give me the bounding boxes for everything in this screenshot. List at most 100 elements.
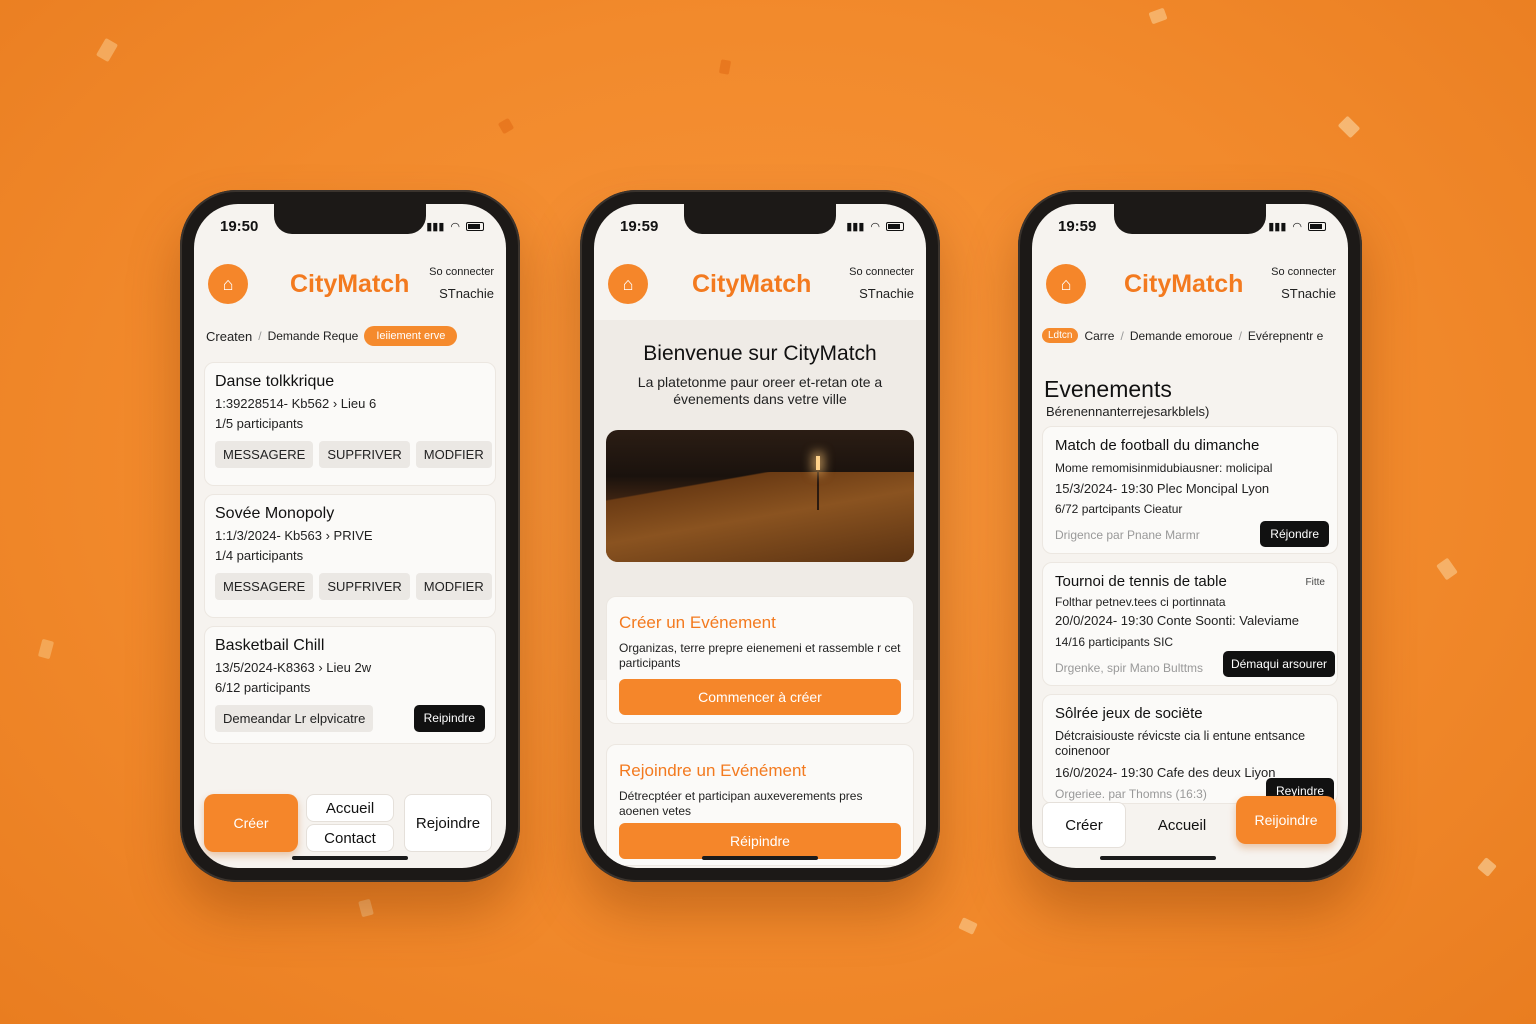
event-participants: 14/16 participants SIC: [1055, 635, 1174, 649]
event-description: Mome remomisinmidubiausner: molicipal: [1055, 461, 1273, 475]
system-icons: ▮▮▮ ◠: [1268, 220, 1326, 233]
city-badge-icon[interactable]: ⌂: [1046, 264, 1086, 304]
create-event-card: Créer un Evénement Organizas, terre prep…: [606, 596, 914, 724]
user-name[interactable]: STnachie: [439, 286, 494, 301]
breadcrumb-item[interactable]: Carre: [1084, 329, 1114, 343]
breadcrumb-item[interactable]: Demande Reque: [268, 329, 359, 343]
breadcrumb-item[interactable]: Evérepnentr e: [1248, 329, 1323, 343]
confetti: [1436, 557, 1458, 581]
login-link[interactable]: So connecter: [1271, 266, 1336, 278]
confetti: [718, 59, 732, 75]
nav-home-button[interactable]: Accueil: [306, 794, 394, 822]
breadcrumb-item[interactable]: Createn: [206, 329, 252, 344]
delete-button[interactable]: SUPFRIVER: [319, 573, 410, 600]
nav-join-button[interactable]: Reijoindre: [1236, 796, 1336, 844]
breadcrumb-tag[interactable]: Ldtcn: [1042, 328, 1079, 343]
app-header: ⌂ CityMatch So connecter STnachie: [1032, 254, 1348, 320]
event-meta: 13/5/2024-K8363 › Lieu 2w: [215, 660, 372, 675]
event-meta: 1:1/3/2024- Kb563 › PRIVE: [215, 528, 373, 543]
join-event-button[interactable]: Réipindre: [619, 823, 901, 859]
join-button[interactable]: Reipindre: [413, 705, 485, 732]
wifi-icon: ◠: [870, 221, 880, 233]
app-title: CityMatch: [692, 270, 812, 298]
user-name[interactable]: STnachie: [1281, 286, 1336, 301]
breadcrumb-active-pill[interactable]: Ieiiement erve: [364, 326, 458, 346]
phone-mockup-1: 19:50 ▮▮▮ ◠ ⌂ CityMatch So connecter STn…: [180, 190, 520, 882]
event-participants: 1/4 participants: [215, 548, 304, 563]
event-card: Tournoi de tennis de table Fitte Folthar…: [1042, 562, 1338, 686]
home-indicator: [292, 856, 408, 860]
confetti: [1148, 7, 1168, 25]
request-status-label: Demeandar Lr elpvicatre: [215, 705, 374, 732]
join-event-description: Détrecptéer et participan auxeverements …: [619, 789, 863, 818]
system-icons: ▮▮▮ ◠: [846, 220, 904, 233]
screen-events-list: 19:59 ▮▮▮ ◠ ⌂ CityMatch So connecter STn…: [1032, 204, 1348, 868]
city-badge-icon[interactable]: ⌂: [608, 264, 648, 304]
event-datetime: 16/0/2024- 19:30 Cafe des deux Liyon: [1055, 765, 1276, 780]
delete-button[interactable]: SUPFRIVER: [319, 441, 410, 468]
breadcrumb: Createn / Demande Reque Ieiiement erve: [206, 326, 498, 346]
start-create-button[interactable]: Commencer à créer: [619, 679, 901, 715]
event-title: Danse tolkkrique: [215, 373, 335, 390]
nav-create-button[interactable]: Créer: [204, 794, 298, 852]
event-description: Folthar petnev.tees ci portinnata: [1055, 595, 1226, 609]
city-badge-icon[interactable]: ⌂: [208, 264, 248, 304]
wifi-icon: ◠: [1292, 221, 1302, 233]
breadcrumb-separator: /: [1238, 328, 1242, 343]
join-event-card: Rejoindre un Evénément Détrecptéer et pa…: [606, 744, 914, 866]
request-join-button[interactable]: Démaqui arsourer: [1222, 651, 1335, 677]
nav-home-button[interactable]: Accueil: [1134, 802, 1230, 848]
confetti: [358, 898, 374, 918]
event-datetime: 15/3/2024- 19:30 Plec Moncipal Lyon: [1055, 481, 1270, 496]
bottom-nav: Créer Accueil Reijoindre: [1040, 796, 1340, 854]
confetti: [95, 37, 119, 63]
event-organizer: Drgenke, spir Mano Bulttms: [1055, 661, 1204, 675]
login-link[interactable]: So connecter: [429, 266, 494, 278]
page-subtitle: Bérenennanterrejesarkblels): [1046, 404, 1210, 419]
event-description: Détcraisiouste révicste cia li entune en…: [1055, 729, 1306, 758]
edit-button[interactable]: MODFIER: [415, 573, 492, 600]
edit-button[interactable]: MODFIER: [415, 441, 492, 468]
screen-my-events: 19:50 ▮▮▮ ◠ ⌂ CityMatch So connecter STn…: [194, 204, 506, 868]
confetti: [1477, 857, 1497, 877]
system-icons: ▮▮▮ ◠: [426, 220, 484, 233]
nav-join-button[interactable]: Rejoindre: [404, 794, 492, 852]
create-event-description: Organizas, terre prepre eienemeni et ras…: [619, 641, 901, 670]
event-participants: 1/5 participants: [215, 416, 304, 431]
battery-icon: [886, 222, 904, 231]
hero-image-lamp: [816, 456, 820, 470]
confetti: [1337, 115, 1361, 139]
event-title: Sôlrée jeux de sociëte: [1055, 705, 1203, 722]
nav-contact-button[interactable]: Contact: [306, 824, 394, 852]
join-button[interactable]: Réjondre: [1260, 521, 1329, 547]
event-organizer: Drigence par Pnane Marmr: [1055, 528, 1200, 542]
event-card: Sovée Monopoly 1:1/3/2024- Kb563 › PRIVE…: [204, 494, 496, 618]
message-button[interactable]: MESSAGERE: [215, 441, 314, 468]
event-title: Sovée Monopoly: [215, 505, 335, 522]
event-participants: 6/12 participants: [215, 680, 311, 695]
breadcrumb-item[interactable]: Demande emoroue: [1130, 329, 1233, 343]
clock: 19:59: [620, 218, 659, 235]
app-title: CityMatch: [290, 270, 410, 298]
login-link[interactable]: So connecter: [849, 266, 914, 278]
app-header: ⌂ CityMatch So connecter STnachie: [594, 254, 926, 320]
nav-create-button[interactable]: Créer: [1042, 802, 1126, 848]
phone-mockup-2: 19:59 ▮▮▮ ◠ ⌂ CityMatch So connecter STn…: [580, 190, 940, 882]
page-title: Evenements: [1044, 376, 1172, 402]
welcome-title: Bienvenue sur CityMatch: [643, 342, 877, 365]
wifi-icon: ◠: [450, 221, 460, 233]
welcome-subtitle: La platetonme paur oreer et-retan ote a …: [637, 374, 883, 407]
user-name[interactable]: STnachie: [859, 286, 914, 301]
home-indicator: [702, 856, 818, 860]
hero-image-stands: [606, 472, 914, 562]
event-participants: 6/72 partcipants Cieatur: [1055, 502, 1183, 516]
event-meta: 1:39228514- Kb562 › Lieu 6: [215, 396, 377, 411]
clock: 19:59: [1058, 218, 1097, 235]
status-bar: 19:59 ▮▮▮ ◠: [594, 218, 926, 238]
bottom-nav: Créer Accueil Contact Rejoindre: [202, 794, 498, 852]
event-card: Match de football du dimanche Mome remom…: [1042, 426, 1338, 554]
confetti: [958, 917, 978, 935]
phone-mockup-3: 19:59 ▮▮▮ ◠ ⌂ CityMatch So connecter STn…: [1018, 190, 1362, 882]
confetti: [497, 117, 515, 135]
message-button[interactable]: MESSAGERE: [215, 573, 314, 600]
